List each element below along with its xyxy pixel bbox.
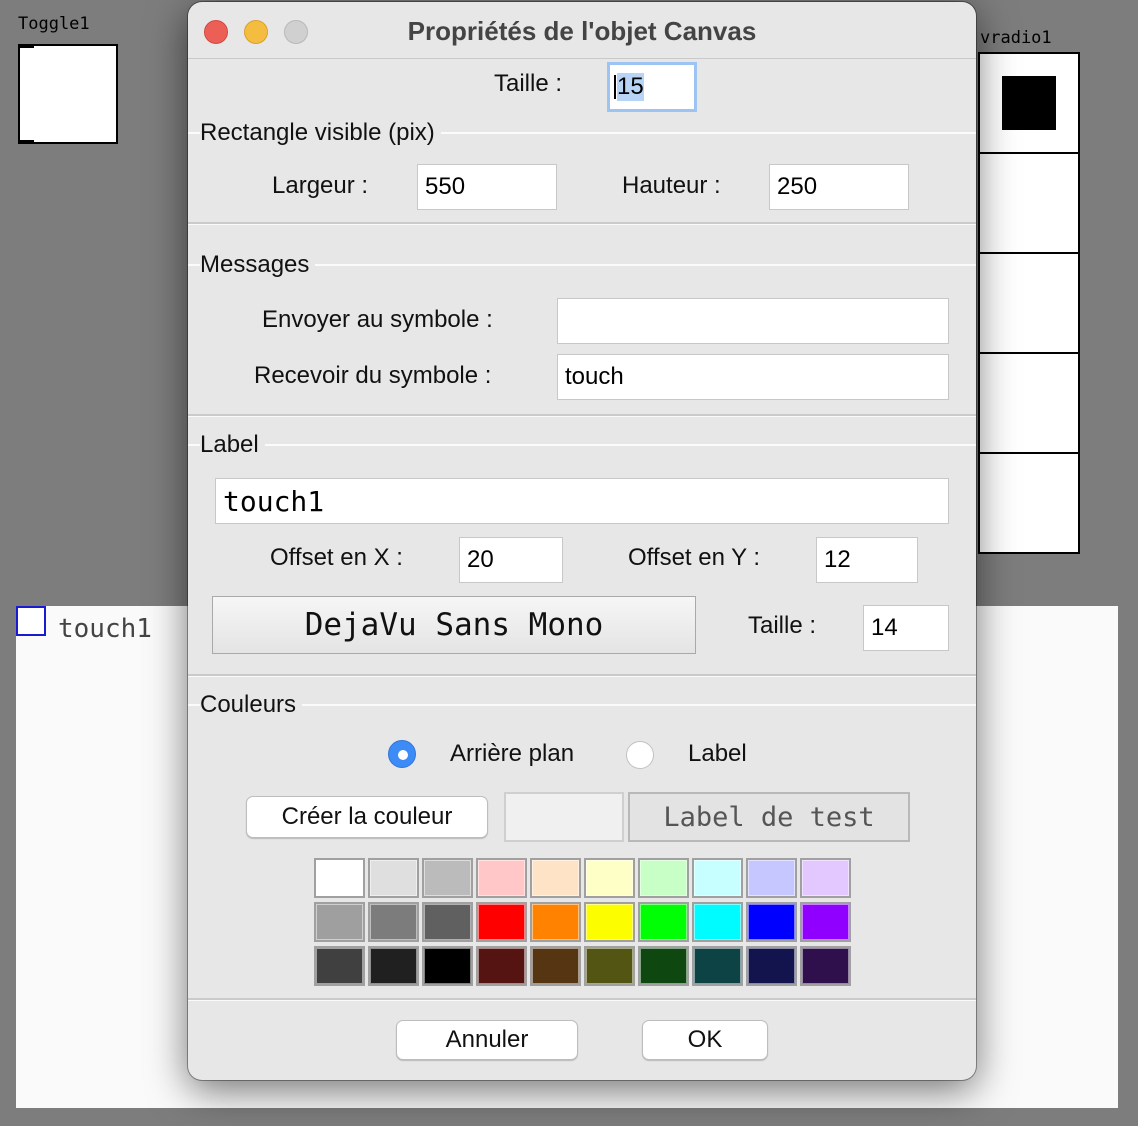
offset-x-label: Offset en X :: [270, 544, 403, 571]
vradio-selected-mark: [1002, 76, 1056, 130]
color-swatch[interactable]: [692, 946, 743, 986]
vradio-cell[interactable]: [980, 254, 1078, 354]
colors-title: Couleurs: [200, 691, 303, 719]
vradio-cell[interactable]: [980, 54, 1078, 154]
background-radio[interactable]: [388, 740, 416, 768]
color-swatch[interactable]: [368, 902, 419, 942]
color-swatch[interactable]: [422, 946, 473, 986]
text-caret: [614, 75, 616, 99]
toggle-object[interactable]: [18, 44, 118, 144]
color-swatch[interactable]: [746, 902, 797, 942]
color-swatch[interactable]: [584, 902, 635, 942]
separator: [188, 674, 976, 677]
color-swatch[interactable]: [584, 858, 635, 898]
color-swatch[interactable]: [476, 858, 527, 898]
separator: [188, 222, 976, 225]
color-swatch[interactable]: [530, 858, 581, 898]
font-select-button[interactable]: DejaVu Sans Mono: [212, 596, 696, 654]
color-swatch[interactable]: [584, 946, 635, 986]
color-swatch[interactable]: [800, 946, 851, 986]
visible-rect-title: Rectangle visible (pix): [200, 119, 441, 147]
font-size-input[interactable]: 14: [863, 605, 949, 651]
width-input[interactable]: 550: [417, 164, 557, 210]
vradio-object[interactable]: [978, 52, 1080, 554]
title-bar[interactable]: Propriétés de l'objet Canvas: [188, 2, 976, 59]
section-divider: [188, 444, 976, 446]
messages-title: Messages: [200, 251, 316, 279]
vradio-label: vradio1: [980, 28, 1052, 48]
offset-x-input[interactable]: 20: [459, 537, 563, 583]
color-swatch[interactable]: [476, 902, 527, 942]
cancel-button[interactable]: Annuler: [396, 1020, 578, 1060]
size-input[interactable]: 15: [607, 62, 697, 112]
size-value: 15: [617, 73, 644, 101]
width-label: Largeur :: [272, 172, 369, 199]
color-swatch[interactable]: [638, 946, 689, 986]
dialog-title: Propriétés de l'objet Canvas: [407, 16, 757, 46]
background-radio-label[interactable]: Arrière plan: [450, 740, 574, 768]
receive-symbol-label: Recevoir du symbole :: [254, 362, 492, 389]
height-input[interactable]: 250: [769, 164, 909, 210]
color-swatch[interactable]: [746, 858, 797, 898]
color-swatch[interactable]: [692, 858, 743, 898]
color-swatch[interactable]: [422, 858, 473, 898]
send-symbol-input[interactable]: [557, 298, 949, 344]
color-swatch[interactable]: [368, 858, 419, 898]
section-divider: [188, 704, 976, 706]
create-color-button[interactable]: Créer la couleur: [246, 796, 488, 838]
send-symbol-label: Envoyer au symbole :: [262, 306, 493, 333]
color-swatch[interactable]: [692, 902, 743, 942]
label-text-input[interactable]: touch1: [215, 478, 949, 524]
color-preview: [504, 792, 624, 842]
color-swatch[interactable]: [746, 946, 797, 986]
color-palette: [314, 858, 852, 990]
height-label: Hauteur :: [622, 172, 721, 199]
receive-symbol-input[interactable]: touch: [557, 354, 949, 400]
canvas-selection-handle[interactable]: [16, 606, 46, 636]
color-swatch[interactable]: [314, 858, 365, 898]
vradio-cell[interactable]: [980, 454, 1078, 554]
color-swatch[interactable]: [314, 902, 365, 942]
color-swatch[interactable]: [800, 858, 851, 898]
toggle-label: Toggle1: [18, 14, 90, 34]
color-swatch[interactable]: [530, 902, 581, 942]
color-swatch[interactable]: [800, 902, 851, 942]
color-swatch[interactable]: [314, 946, 365, 986]
color-swatch[interactable]: [476, 946, 527, 986]
label-radio-label[interactable]: Label: [688, 740, 747, 768]
color-swatch[interactable]: [638, 858, 689, 898]
color-swatch[interactable]: [368, 946, 419, 986]
color-swatch[interactable]: [422, 902, 473, 942]
offset-y-input[interactable]: 12: [816, 537, 918, 583]
separator: [188, 414, 976, 417]
separator: [188, 998, 976, 1001]
font-size-label: Taille :: [748, 612, 817, 639]
ok-button[interactable]: OK: [642, 1020, 768, 1060]
properties-dialog: Propriétés de l'objet Canvas Taille : 15…: [188, 2, 976, 1080]
test-label-preview: Label de test: [628, 792, 910, 842]
label-section-title: Label: [200, 431, 265, 459]
vradio-cell[interactable]: [980, 154, 1078, 254]
color-swatch[interactable]: [530, 946, 581, 986]
canvas-label: touch1: [58, 614, 152, 644]
label-radio[interactable]: [626, 741, 654, 769]
color-swatch[interactable]: [638, 902, 689, 942]
offset-y-label: Offset en Y :: [628, 544, 761, 571]
size-label: Taille :: [494, 70, 563, 97]
vradio-cell[interactable]: [980, 354, 1078, 454]
